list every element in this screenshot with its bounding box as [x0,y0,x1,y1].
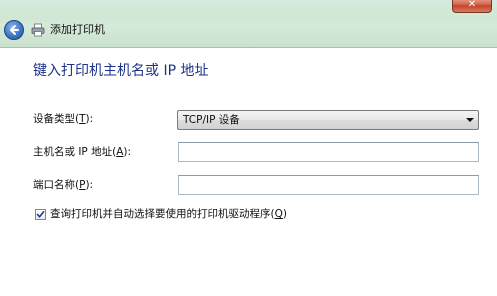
back-button[interactable] [4,20,24,40]
hostname-label: 主机名或 IP 地址(A): [33,145,131,159]
query-printer-label-prefix: 查询打印机并自动选择要使用的打印机驱动程序( [50,208,275,220]
device-type-label-prefix: 设备类型( [33,113,80,125]
device-type-label-suffix: ): [85,113,94,125]
close-button[interactable]: ✕ [452,0,492,13]
printer-icon [31,23,45,37]
query-printer-label-suffix: ) [282,208,287,220]
hostname-label-suffix: ): [123,146,132,158]
window-title: 添加打印机 [50,23,105,36]
port-name-input[interactable] [178,175,479,195]
device-type-selected-value: TCP/IP 设备 [183,114,240,126]
chevron-down-icon [466,118,474,122]
query-printer-checkbox[interactable] [35,209,46,220]
device-type-label: 设备类型(T): [33,112,93,126]
hostname-input[interactable] [178,142,479,162]
query-printer-label[interactable]: 查询打印机并自动选择要使用的打印机驱动程序(Q) [50,207,287,221]
add-printer-window: ✕ 添加打印机 键入打印机主机名或 IP 地址 设备类型(T): TCP/IP … [0,0,497,296]
back-arrow-icon [10,25,19,35]
checkmark-icon [36,211,45,218]
page-heading: 键入打印机主机名或 IP 地址 [33,63,209,79]
port-name-label-prefix: 端口名称( [33,179,80,191]
query-printer-access-key: Q [274,208,283,220]
port-name-label: 端口名称(P): [33,178,93,192]
hostname-label-prefix: 主机名或 IP 地址( [33,146,117,158]
device-type-select[interactable]: TCP/IP 设备 [177,110,479,130]
wizard-content: 键入打印机主机名或 IP 地址 设备类型(T): TCP/IP 设备 主机名或 … [0,47,497,296]
close-icon: ✕ [467,0,477,10]
port-name-label-suffix: ): [85,179,94,191]
